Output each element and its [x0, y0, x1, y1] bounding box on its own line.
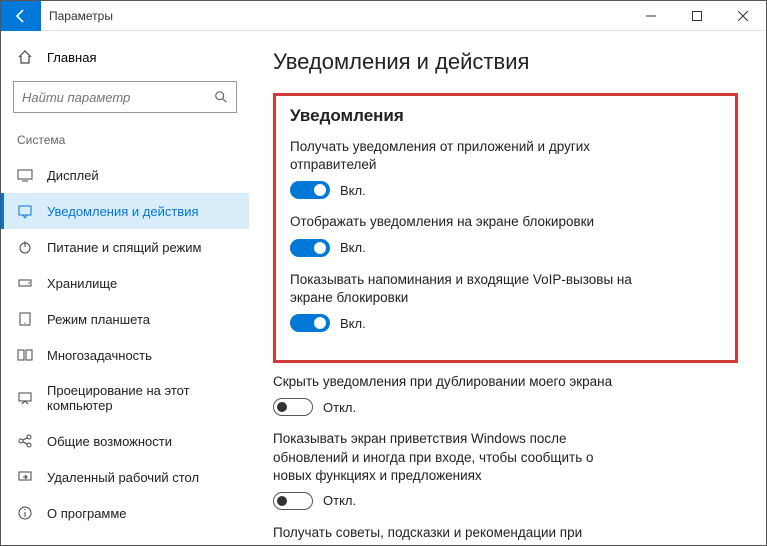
sidebar-item-label: Питание и спящий режим	[47, 240, 201, 255]
sidebar-item-power[interactable]: Питание и спящий режим	[1, 229, 249, 265]
sidebar-item-label: Уведомления и действия	[47, 204, 199, 219]
sidebar-section-title: Система	[1, 127, 249, 157]
sidebar-item-label: Общие возможности	[47, 434, 172, 449]
remote-icon	[17, 469, 33, 485]
sidebar-item-label: Хранилище	[47, 276, 117, 291]
power-icon	[17, 239, 33, 255]
setting-hide-duplicate: Скрыть уведомления при дублировании моег…	[273, 373, 633, 416]
window-title: Параметры	[49, 9, 628, 23]
toggle-state: Вкл.	[340, 183, 366, 198]
sidebar-item-storage[interactable]: Хранилище	[1, 265, 249, 301]
sidebar-item-label: Многозадачность	[47, 348, 152, 363]
sidebar-item-about[interactable]: О программе	[1, 495, 249, 531]
setting-label: Получать уведомления от приложений и дру…	[290, 138, 650, 174]
sidebar-item-display[interactable]: Дисплей	[1, 157, 249, 193]
minimize-button[interactable]	[628, 1, 674, 31]
display-icon	[17, 167, 33, 183]
storage-icon	[17, 275, 33, 291]
minimize-icon	[646, 11, 656, 21]
maximize-button[interactable]	[674, 1, 720, 31]
sidebar-item-label: Проецирование на этот компьютер	[47, 383, 233, 413]
sidebar-item-label: Дисплей	[47, 168, 99, 183]
projecting-icon	[17, 390, 33, 406]
close-button[interactable]	[720, 1, 766, 31]
toggle-state: Откл.	[323, 493, 356, 508]
highlight-box: Уведомления Получать уведомления от прил…	[273, 93, 738, 363]
notifications-icon	[17, 203, 33, 219]
setting-label: Показывать напоминания и входящие VoIP-в…	[290, 271, 650, 307]
sidebar-item-label: О программе	[47, 506, 127, 521]
sidebar-item-tablet[interactable]: Режим планшета	[1, 301, 249, 337]
home-icon	[17, 49, 33, 65]
shared-icon	[17, 433, 33, 449]
close-icon	[738, 11, 748, 21]
sidebar-item-label: Удаленный рабочий стол	[47, 470, 199, 485]
sidebar-item-label: Режим планшета	[47, 312, 150, 327]
main-content: Уведомления и действия Уведомления Получ…	[249, 31, 766, 545]
setting-label: Получать советы, подсказки и рекомендаци…	[273, 524, 633, 545]
setting-label: Отображать уведомления на экране блокиро…	[290, 213, 650, 231]
search-icon	[214, 90, 228, 104]
sidebar-item-projecting[interactable]: Проецирование на этот компьютер	[1, 373, 249, 423]
home-label: Главная	[47, 50, 96, 65]
setting-tips: Получать советы, подсказки и рекомендаци…	[273, 524, 633, 545]
search-input[interactable]	[22, 90, 214, 105]
maximize-icon	[692, 11, 702, 21]
setting-welcome-screen: Показывать экран приветствия Windows пос…	[273, 430, 633, 510]
about-icon	[17, 505, 33, 521]
toggle-voip-lockscreen[interactable]	[290, 314, 330, 332]
setting-label: Скрыть уведомления при дублировании моег…	[273, 373, 633, 391]
setting-label: Показывать экран приветствия Windows пос…	[273, 430, 633, 485]
sidebar-item-notifications[interactable]: Уведомления и действия	[1, 193, 249, 229]
sidebar-item-remote[interactable]: Удаленный рабочий стол	[1, 459, 249, 495]
toggle-state: Откл.	[323, 400, 356, 415]
titlebar: Параметры	[1, 1, 766, 31]
toggle-state: Вкл.	[340, 240, 366, 255]
setting-lockscreen-notifications: Отображать уведомления на экране блокиро…	[290, 213, 650, 256]
sidebar-item-multitask[interactable]: Многозадачность	[1, 337, 249, 373]
arrow-left-icon	[13, 8, 29, 24]
toggle-welcome-screen[interactable]	[273, 492, 313, 510]
multitask-icon	[17, 347, 33, 363]
tablet-icon	[17, 311, 33, 327]
toggle-hide-duplicate[interactable]	[273, 398, 313, 416]
sidebar-item-shared[interactable]: Общие возможности	[1, 423, 249, 459]
setting-apps-notifications: Получать уведомления от приложений и дру…	[290, 138, 650, 199]
toggle-lockscreen-notifications[interactable]	[290, 239, 330, 257]
setting-voip-lockscreen: Показывать напоминания и входящие VoIP-в…	[290, 271, 650, 332]
page-title: Уведомления и действия	[273, 49, 738, 75]
home-link[interactable]: Главная	[1, 41, 249, 73]
back-button[interactable]	[1, 1, 41, 31]
toggle-state: Вкл.	[340, 316, 366, 331]
section-title: Уведомления	[290, 106, 721, 126]
toggle-apps-notifications[interactable]	[290, 181, 330, 199]
search-box[interactable]	[13, 81, 237, 113]
sidebar: Главная Система Дисплей Уведомления и де…	[1, 31, 249, 545]
